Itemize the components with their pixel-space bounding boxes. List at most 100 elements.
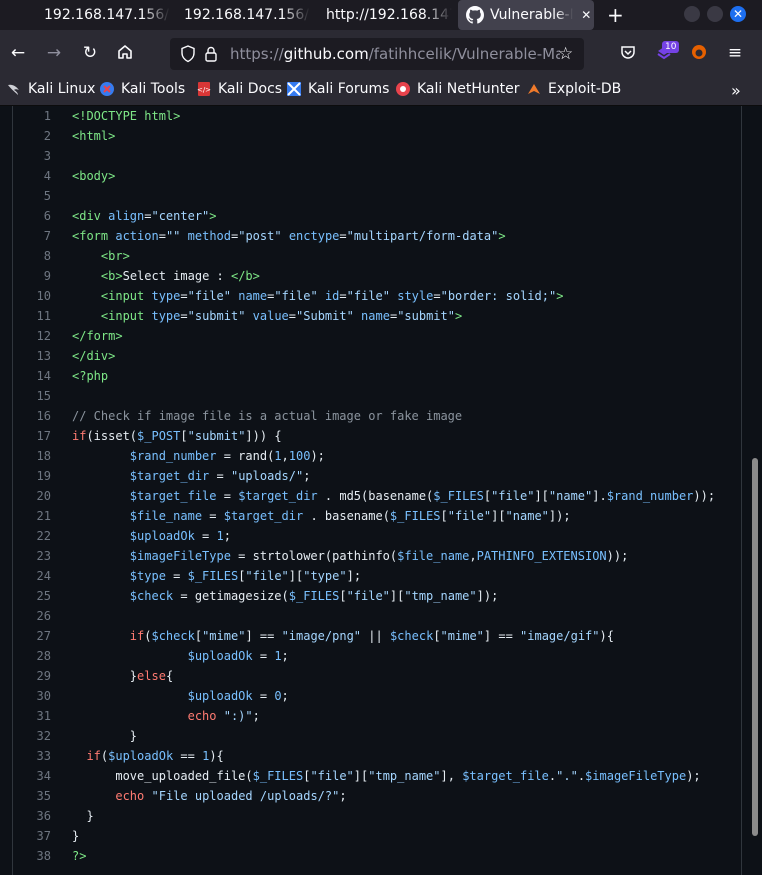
line-number[interactable]: 21 — [13, 506, 51, 526]
line-number[interactable]: 33 — [13, 746, 51, 766]
code-token: = — [339, 289, 347, 303]
line-number[interactable]: 5 — [13, 186, 51, 206]
firefox-account-icon[interactable] — [689, 43, 709, 63]
line-number[interactable]: 24 — [13, 566, 51, 586]
back-arrow-icon[interactable]: ← — [8, 43, 28, 63]
line-number[interactable]: 16 — [13, 406, 51, 426]
line-number[interactable]: 8 — [13, 246, 51, 266]
reload-icon[interactable]: ↻ — [80, 43, 100, 63]
line-number[interactable]: 13 — [13, 346, 51, 366]
code-token: "submit" — [187, 429, 246, 443]
address-bar[interactable]: https://github.com/fatihhcelik/Vulnerabl… — [170, 38, 584, 70]
code-token: $target_file — [462, 769, 549, 783]
minimize-button[interactable] — [684, 6, 700, 22]
line-number[interactable]: 1 — [13, 106, 51, 126]
line-number[interactable]: 7 — [13, 226, 51, 246]
line-number[interactable]: 29 — [13, 666, 51, 686]
line-number[interactable]: 11 — [13, 306, 51, 326]
close-window-button[interactable]: ✕ — [730, 6, 746, 22]
line-number[interactable]: 37 — [13, 826, 51, 846]
code-token: (isset( — [86, 429, 138, 443]
line-number[interactable]: 6 — [13, 206, 51, 226]
menu-icon[interactable]: ≡ — [725, 43, 745, 63]
line-source: } — [72, 726, 137, 746]
code-token: > — [498, 229, 506, 243]
tab-uploads-1[interactable]: 192.168.147.156/uploads/ — [30, 0, 170, 30]
line-number[interactable]: 25 — [13, 586, 51, 606]
bookmark-star-icon[interactable]: ☆ — [558, 44, 573, 64]
line-number[interactable]: 38 — [13, 846, 51, 866]
code-token: ; — [252, 709, 260, 723]
line-number[interactable]: 32 — [13, 726, 51, 746]
line-number[interactable]: 20 — [13, 486, 51, 506]
line-number[interactable]: 28 — [13, 646, 51, 666]
nav-bar: ← → ↻ https://github.com/fatihhcelik/Vul… — [0, 30, 762, 76]
code-token: value — [252, 309, 289, 323]
pocket-icon[interactable] — [618, 43, 638, 63]
new-tab-button[interactable]: + — [607, 3, 624, 27]
line-number[interactable]: 2 — [13, 126, 51, 146]
forward-arrow-icon[interactable]: → — [44, 43, 64, 63]
line-source: <html> — [72, 126, 115, 146]
lock-icon[interactable] — [204, 45, 218, 67]
shield-icon[interactable] — [180, 45, 196, 67]
code-line: 33 if($uploadOk == 1){ — [13, 746, 739, 766]
home-icon[interactable] — [115, 43, 135, 63]
line-number[interactable]: 12 — [13, 326, 51, 346]
line-number[interactable]: 26 — [13, 606, 51, 626]
line-number[interactable]: 18 — [13, 446, 51, 466]
code-line: 25 $check = getimagesize($_FILES["file"]… — [13, 586, 739, 606]
line-source: </div> — [72, 346, 115, 366]
code-token: ][ — [389, 589, 405, 603]
line-number[interactable]: 17 — [13, 426, 51, 446]
code-token: "Submit" — [296, 309, 354, 323]
bookmark-exploit-db[interactable]: Exploit-DB — [526, 81, 621, 97]
close-tab-icon[interactable]: ✕ — [579, 8, 594, 22]
code-token: = — [216, 489, 239, 503]
code-token: = — [252, 689, 275, 703]
line-number[interactable]: 27 — [13, 626, 51, 646]
line-number[interactable]: 34 — [13, 766, 51, 786]
bookmark-kali-tools[interactable]: Kali Tools — [99, 81, 185, 97]
code-token: if — [72, 429, 87, 443]
bookmark-kali-docs[interactable]: </> Kali Docs — [196, 81, 282, 97]
code-token: "name" — [548, 489, 593, 503]
url-text[interactable]: https://github.com/fatihhcelik/Vulnerabl… — [230, 45, 560, 63]
code-line: 2 <html> — [13, 126, 739, 146]
line-number[interactable]: 9 — [13, 266, 51, 286]
line-number[interactable]: 19 — [13, 466, 51, 486]
tab-uploads-2[interactable]: 192.168.147.156/uploads/ — [170, 0, 310, 30]
line-source: <!DOCTYPE html> — [72, 106, 180, 126]
scrollbar-thumb[interactable] — [752, 458, 758, 836]
bookmark-kali-linux[interactable]: Kali Linux — [6, 81, 95, 97]
line-number[interactable]: 15 — [13, 386, 51, 406]
code-token: 1 — [216, 529, 224, 543]
tab-vulnerable-machine[interactable]: Vulnerable-Machine ✕ — [458, 0, 594, 30]
line-number[interactable]: 23 — [13, 546, 51, 566]
bookmark-kali-forums[interactable]: Kali Forums — [286, 81, 389, 97]
more-bookmarks-icon[interactable]: » — [731, 81, 741, 100]
code-token: [ — [440, 509, 448, 523]
code-token: } — [72, 809, 94, 823]
line-number[interactable]: 22 — [13, 526, 51, 546]
line-number[interactable]: 4 — [13, 166, 51, 186]
line-source: $file_name = $target_dir . basename($_FI… — [72, 506, 571, 526]
line-number[interactable]: 14 — [13, 366, 51, 386]
kali-nethunter-icon — [395, 81, 411, 97]
line-number[interactable]: 36 — [13, 806, 51, 826]
line-number[interactable]: 30 — [13, 686, 51, 706]
code-viewer: 1 <!DOCTYPE html> 2 <html> 3 4 <body> 5 6 <div al… — [12, 106, 742, 875]
line-number[interactable]: 35 — [13, 786, 51, 806]
line-number[interactable]: 3 — [13, 146, 51, 166]
code-line: 32 } — [13, 726, 739, 746]
tab-ip-root[interactable]: http://192.168.147.156/ — [312, 0, 452, 30]
line-number[interactable]: 10 — [13, 286, 51, 306]
maximize-button[interactable] — [707, 6, 723, 22]
kali-dragon-icon — [6, 81, 22, 97]
bookmark-kali-nethunter[interactable]: Kali NetHunter — [395, 81, 519, 97]
code-token: $target_dir — [238, 489, 318, 503]
line-number[interactable]: 31 — [13, 706, 51, 726]
